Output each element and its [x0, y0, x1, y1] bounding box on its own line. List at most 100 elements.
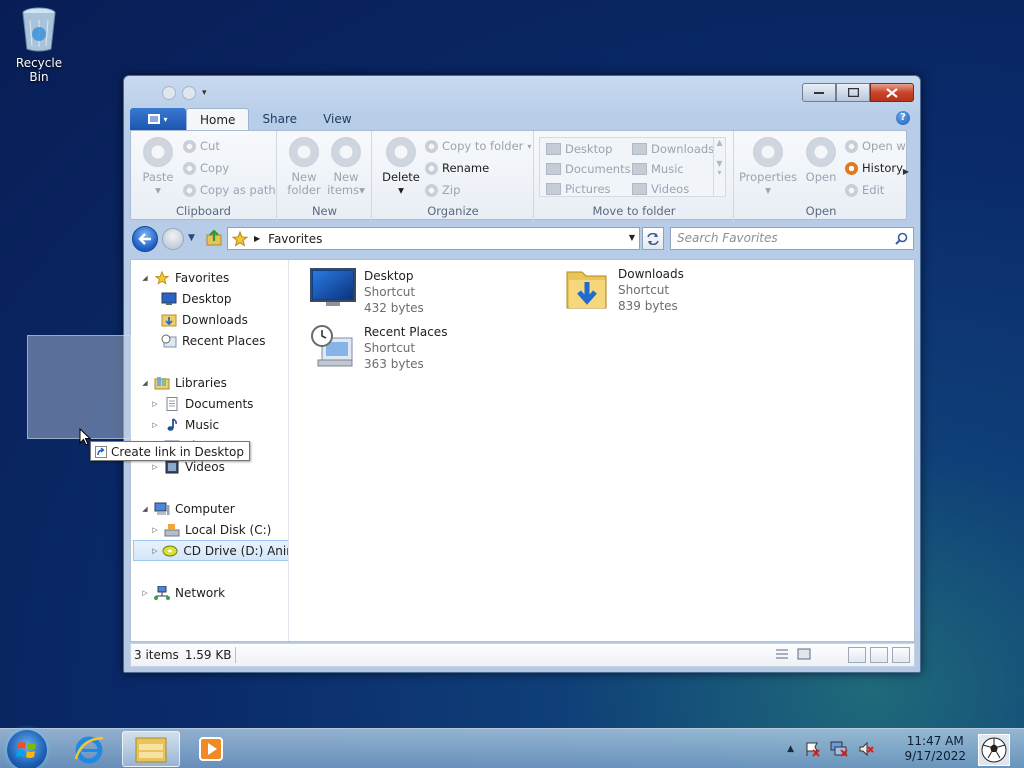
new-folder-button[interactable]: New folder: [284, 137, 324, 197]
copy-as-path-button[interactable]: Copy as path: [183, 181, 276, 199]
show-hidden-icons-icon[interactable]: ▲: [787, 744, 794, 754]
move-to-pictures[interactable]: Pictures: [546, 182, 611, 196]
qat-properties-icon[interactable]: [162, 86, 176, 100]
nav-label: Libraries: [175, 375, 227, 390]
collapsed-arrow-icon[interactable]: ▷: [151, 463, 159, 471]
address-bar[interactable]: ▶ Favorites ▼: [227, 227, 640, 250]
history-button[interactable]: History: [845, 159, 903, 177]
recycle-bin-desktop-icon[interactable]: Recycle Bin: [8, 6, 70, 84]
gallery-scroll-up-icon[interactable]: ▲: [714, 138, 725, 147]
favorites-star-icon: [232, 230, 248, 247]
title-bar[interactable]: ▾: [124, 76, 920, 106]
cut-button[interactable]: Cut: [183, 137, 220, 155]
details-pane-button[interactable]: [870, 647, 888, 663]
up-folder-icon[interactable]: [205, 229, 223, 247]
breadcrumb-favorites[interactable]: Favorites: [268, 232, 322, 246]
file-size: 432 bytes: [364, 301, 424, 315]
open-with-button[interactable]: Open w: [845, 137, 906, 155]
gallery-scrollbar[interactable]: ▲ ▼ ▾: [713, 138, 725, 196]
expanded-arrow-icon[interactable]: ◢: [141, 274, 149, 282]
maximize-button[interactable]: [836, 83, 870, 102]
close-button[interactable]: [870, 83, 914, 102]
tab-share[interactable]: Share: [249, 108, 310, 130]
file-item-desktop[interactable]: Desktop Shortcut 432 bytes: [310, 268, 424, 316]
show-desktop-avatar[interactable]: [978, 734, 1010, 766]
collapsed-arrow-icon[interactable]: ▷: [151, 421, 159, 429]
nav-item-computer[interactable]: ◢ Computer: [141, 498, 234, 519]
system-clock[interactable]: 11:47 AM 9/17/2022: [904, 734, 966, 764]
breadcrumb-arrow-icon[interactable]: ▶: [254, 234, 260, 243]
preview-pane-button[interactable]: [848, 647, 866, 663]
expanded-arrow-icon[interactable]: ◢: [141, 505, 149, 513]
item-count: 3 items: [134, 648, 179, 662]
nav-item-favorites[interactable]: ◢ Favorites: [141, 267, 229, 288]
copy-button[interactable]: Copy: [183, 159, 229, 177]
copy-to-folder-button[interactable]: Copy to folder ▾: [425, 137, 531, 155]
qat-new-folder-icon[interactable]: [182, 86, 196, 100]
new-items-button[interactable]: New items▾: [326, 137, 366, 197]
minimize-button[interactable]: [802, 83, 836, 102]
gallery-scroll-down-icon[interactable]: ▼: [714, 159, 725, 168]
thumbnail-view-button[interactable]: [796, 647, 814, 663]
taskbar-file-explorer[interactable]: [122, 731, 180, 767]
new-items-label-2: items: [327, 183, 360, 197]
properties-button[interactable]: Properties ▾: [737, 137, 799, 197]
collapsed-arrow-icon[interactable]: ▷: [151, 400, 159, 408]
network-icon: [154, 585, 170, 600]
history-label: History: [862, 161, 903, 175]
nav-item-desktop[interactable]: Desktop: [161, 288, 232, 309]
nav-item-cd-drive[interactable]: ▷ CD Drive (D:) Anima: [133, 540, 288, 561]
move-to-music[interactable]: Music: [632, 162, 684, 176]
delete-button[interactable]: Delete ▾: [381, 137, 421, 197]
navigation-pane-button[interactable]: [892, 647, 910, 663]
nav-item-recent-places[interactable]: Recent Places: [161, 330, 265, 351]
zip-button[interactable]: Zip: [425, 181, 460, 199]
taskbar-internet-explorer[interactable]: [60, 731, 118, 767]
nav-item-music[interactable]: ▷ Music: [151, 414, 219, 435]
search-icon[interactable]: [895, 232, 908, 245]
action-center-flag-icon[interactable]: [804, 741, 820, 757]
copy-as-path-label: Copy as path: [200, 183, 276, 197]
move-to-documents[interactable]: Documents: [546, 162, 631, 176]
forward-button[interactable]: [162, 228, 184, 250]
open-button[interactable]: Open: [801, 137, 841, 184]
move-to-downloads[interactable]: Downloads: [632, 142, 714, 156]
properties-arrow-icon: ▾: [765, 183, 771, 197]
tab-view[interactable]: View: [310, 108, 364, 130]
nav-item-documents[interactable]: ▷ Documents: [151, 393, 253, 414]
network-disconnected-icon[interactable]: [830, 741, 848, 757]
details-view-button[interactable]: [774, 647, 792, 663]
search-input[interactable]: Search Favorites: [670, 227, 914, 250]
refresh-button[interactable]: [642, 227, 664, 250]
recent-locations-icon[interactable]: ▼: [188, 233, 195, 243]
volume-muted-icon[interactable]: [858, 741, 874, 757]
nav-item-downloads[interactable]: Downloads: [161, 309, 248, 330]
file-menu-button[interactable]: ▾: [130, 108, 186, 130]
clock-date: 9/17/2022: [904, 749, 966, 763]
nav-item-network[interactable]: ▷ Network: [141, 582, 225, 603]
collapsed-arrow-icon[interactable]: ▷: [141, 589, 149, 597]
qat-customize-icon[interactable]: ▾: [202, 88, 207, 98]
collapsed-arrow-icon[interactable]: ▷: [151, 526, 159, 534]
file-item-recent-places[interactable]: Recent Places Shortcut 363 bytes: [310, 324, 447, 372]
collapsed-arrow-icon[interactable]: ▷: [152, 547, 157, 555]
nav-item-libraries[interactable]: ◢ Libraries: [141, 372, 227, 393]
edit-button[interactable]: Edit: [845, 181, 884, 199]
gallery-expand-icon[interactable]: ▾: [714, 168, 725, 177]
help-button[interactable]: ?: [896, 111, 910, 125]
back-button[interactable]: [132, 226, 158, 252]
drag-preview: [27, 335, 131, 439]
taskbar-media-player[interactable]: [182, 731, 240, 767]
nav-item-local-disk[interactable]: ▷ Local Disk (C:): [151, 519, 271, 540]
rename-button[interactable]: Rename: [425, 159, 489, 177]
move-to-videos[interactable]: Videos: [632, 182, 689, 196]
file-item-downloads[interactable]: Downloads Shortcut 839 bytes: [564, 266, 684, 314]
address-dropdown-icon[interactable]: ▼: [629, 233, 635, 242]
tab-home[interactable]: Home: [186, 108, 250, 130]
move-to-desktop[interactable]: Desktop: [546, 142, 612, 156]
ribbon-scroll-right-icon[interactable]: ▶: [903, 167, 909, 176]
delete-icon: [386, 137, 416, 167]
expanded-arrow-icon[interactable]: ◢: [141, 379, 149, 387]
start-button[interactable]: [7, 730, 47, 768]
paste-button[interactable]: Paste ▾: [138, 137, 178, 197]
